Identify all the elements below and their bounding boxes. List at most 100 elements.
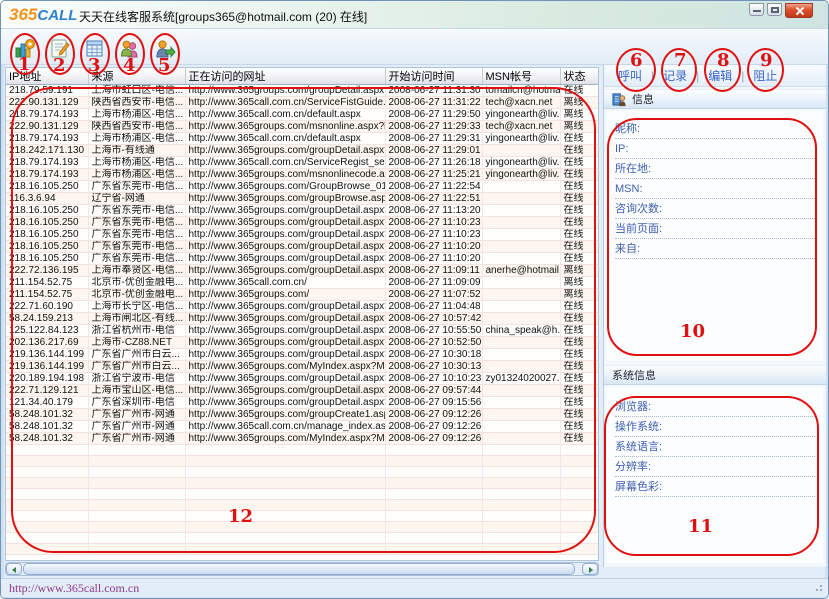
table-cell: 在线 [560, 397, 598, 409]
info-section-title: 信息 [632, 91, 654, 107]
user-away-icon[interactable] [153, 37, 177, 61]
table-cell: 222.71.129.121 [6, 385, 88, 397]
table-cell: 上海市-CZ88.NET [88, 337, 185, 349]
minimize-button[interactable] [749, 3, 764, 16]
table-cell: 218.79.174.193 [6, 169, 88, 181]
table-row[interactable]: 222.71.129.121上海市宝山区-电信...http://www.365… [6, 385, 598, 397]
table-cell: 广东省东莞市-电信... [88, 229, 185, 241]
close-button[interactable] [785, 3, 813, 18]
table-cell: http://www.365call.com.cn/ServiceRegist_… [185, 157, 385, 169]
table-cell: yingonearth@liv... [482, 109, 560, 121]
panel-field: 系统语言: [615, 437, 815, 457]
table-row[interactable]: 58.248.101.32广东省广州市-网通http://www.365call… [6, 421, 598, 433]
table-row[interactable]: 222.71.60.190上海市长宁区-电信...http://www.365g… [6, 301, 598, 313]
table-cell: http://www.365groups.com/groupDetail.asp… [185, 337, 385, 349]
table-cell: 202.136.217.69 [6, 337, 88, 349]
horizontal-scrollbar[interactable] [5, 562, 599, 576]
edit-button[interactable]: 编辑 [708, 67, 732, 84]
column-header-ip[interactable]: IP地址 [6, 68, 88, 85]
table-cell: 218.79.174.193 [6, 109, 88, 121]
table-cell: 上海市奉贤区-电信... [88, 265, 185, 277]
table-cell: 2008-06-27 11:04:48 [385, 301, 482, 313]
table-cell: 北京市-优创金融电... [88, 289, 185, 301]
records-table-icon[interactable] [83, 37, 107, 61]
column-header-status[interactable]: 状态 [560, 68, 598, 85]
stats-settings-icon[interactable] [13, 37, 37, 61]
table-row[interactable]: 218.16.105.250广东省东莞市-电信...http://www.365… [6, 241, 598, 253]
column-header-url[interactable]: 正在访问的网址 [185, 68, 385, 85]
window-controls [749, 3, 813, 18]
table-row[interactable]: 218.79.174.193上海市杨浦区-电信...http://www.365… [6, 157, 598, 169]
scrollbar-thumb[interactable] [23, 563, 575, 575]
table-cell [482, 361, 560, 373]
table-cell [482, 421, 560, 433]
table-cell: http://www.365call.com.cn/default.aspx [185, 109, 385, 121]
table-row[interactable]: 218.16.105.250广东省东莞市-电信...http://www.365… [6, 205, 598, 217]
table-cell: 2008-06-27 11:09:09 [385, 277, 482, 289]
app-window: 365CALL 天天在线客服系统[groups365@hotmail.com (… [0, 0, 829, 599]
column-header-source[interactable]: 来源 [88, 68, 185, 85]
table-cell: 2008-06-27 09:12:26 [385, 409, 482, 421]
field-label: 屏幕色彩: [615, 481, 662, 493]
table-row[interactable]: 218.242.171.130上海市-有线通http://www.365grou… [6, 145, 598, 157]
table-row[interactable]: 121.34.40.179广东省深圳市-电信http://www.365grou… [6, 397, 598, 409]
table-row[interactable]: 58.248.101.32广东省广州市-网通http://www.365grou… [6, 409, 598, 421]
table-row[interactable]: 58.24.159.213上海市闸北区-有线...http://www.365g… [6, 313, 598, 325]
table-row[interactable]: 218.16.105.250广东省东莞市-电信...http://www.365… [6, 217, 598, 229]
logo-call: CALL [37, 7, 77, 24]
table-cell: http://www.365groups.com/MyIndex.aspx?Me… [185, 433, 385, 445]
table-row[interactable]: 218.79.174.193上海市杨浦区-电信...http://www.365… [6, 109, 598, 121]
table-cell: 在线 [560, 85, 598, 97]
table-cell: yingonearth@liv... [482, 157, 560, 169]
table-row[interactable]: 218.79.174.193上海市杨浦区-电信...http://www.365… [6, 133, 598, 145]
table-row[interactable]: 58.248.101.32广东省广州市-网通http://www.365grou… [6, 433, 598, 445]
table-row[interactable]: 218.16.105.250广东省东莞市-电信...http://www.365… [6, 253, 598, 265]
table-cell: 219.136.144.199 [6, 361, 88, 373]
table-row-empty [6, 478, 598, 489]
table-cell [482, 145, 560, 157]
column-header-msn[interactable]: MSN帐号 [482, 68, 560, 85]
table-row[interactable]: 222.90.131.129陕西省西安市-电信...http://www.365… [6, 121, 598, 133]
table-cell: http://www.365groups.com/MyIndex.aspx?Me… [185, 361, 385, 373]
users-icon[interactable] [118, 37, 142, 61]
table-header-row: IP地址 来源 正在访问的网址 开始访问时间 MSN帐号 状态 [6, 68, 598, 85]
table-row[interactable]: 218.79.174.193上海市杨浦区-电信...http://www.365… [6, 169, 598, 181]
table-cell: 218.16.105.250 [6, 253, 88, 265]
table-cell: 上海市杨浦区-电信... [88, 133, 185, 145]
block-button[interactable]: 阻止 [753, 67, 777, 84]
table-row-empty [6, 445, 598, 456]
maximize-button[interactable] [767, 3, 782, 16]
field-label: 浏览器: [615, 401, 651, 413]
table-row[interactable]: 219.136.144.199广东省广州市白云...http://www.365… [6, 361, 598, 373]
call-button[interactable]: 呼叫 [618, 67, 642, 84]
visitor-table-panel: IP地址 来源 正在访问的网址 开始访问时间 MSN帐号 状态 218.79.5… [5, 67, 599, 561]
panel-field: 操作系统: [615, 417, 815, 437]
table-cell [482, 409, 560, 421]
table-cell: 离线 [560, 265, 598, 277]
table-row[interactable]: 218.16.105.250广东省东莞市-电信...http://www.365… [6, 229, 598, 241]
column-header-start-time[interactable]: 开始访问时间 [385, 68, 482, 85]
table-cell: http://www.365call.com.cn/ServiceFistGui… [185, 97, 385, 109]
table-cell: 北京市-优创金融电... [88, 277, 185, 289]
table-row[interactable]: 202.136.217.69上海市-CZ88.NEThttp://www.365… [6, 337, 598, 349]
table-row[interactable]: 222.72.136.195上海市奉贤区-电信...http://www.365… [6, 265, 598, 277]
table-cell: 广东省广州市白云... [88, 361, 185, 373]
scroll-right-arrow[interactable] [582, 563, 598, 575]
maximize-icon [771, 7, 779, 13]
resize-grip[interactable] [814, 585, 822, 593]
table-row[interactable]: 116.3.6.94辽宁省-网通http://www.365groups.com… [6, 193, 598, 205]
table-row[interactable]: 218.16.105.250广东省东莞市-电信...http://www.365… [6, 181, 598, 193]
scroll-left-arrow[interactable] [6, 563, 22, 575]
edit-note-icon[interactable] [48, 37, 72, 61]
table-row[interactable]: 125.122.84.123浙江省杭州市-电信http://www.365gro… [6, 325, 598, 337]
table-row[interactable]: 218.79.59.191上海市虹口区-电信...http://www.365g… [6, 85, 598, 97]
table-row[interactable]: 222.90.131.129陕西省西安市-电信...http://www.365… [6, 97, 598, 109]
table-row[interactable]: 220.189.194.198浙江省宁波市-电信http://www.365gr… [6, 373, 598, 385]
table-cell: 219.136.144.199 [6, 349, 88, 361]
table-row[interactable]: 211.154.52.75北京市-优创金融电...http://www.365c… [6, 277, 598, 289]
table-cell [482, 433, 560, 445]
separator: | [696, 69, 699, 83]
table-row[interactable]: 219.136.144.199广东省广州市白云...http://www.365… [6, 349, 598, 361]
record-button[interactable]: 记录 [663, 67, 687, 84]
table-row[interactable]: 211.154.52.75北京市-优创金融电...http://www.365g… [6, 289, 598, 301]
